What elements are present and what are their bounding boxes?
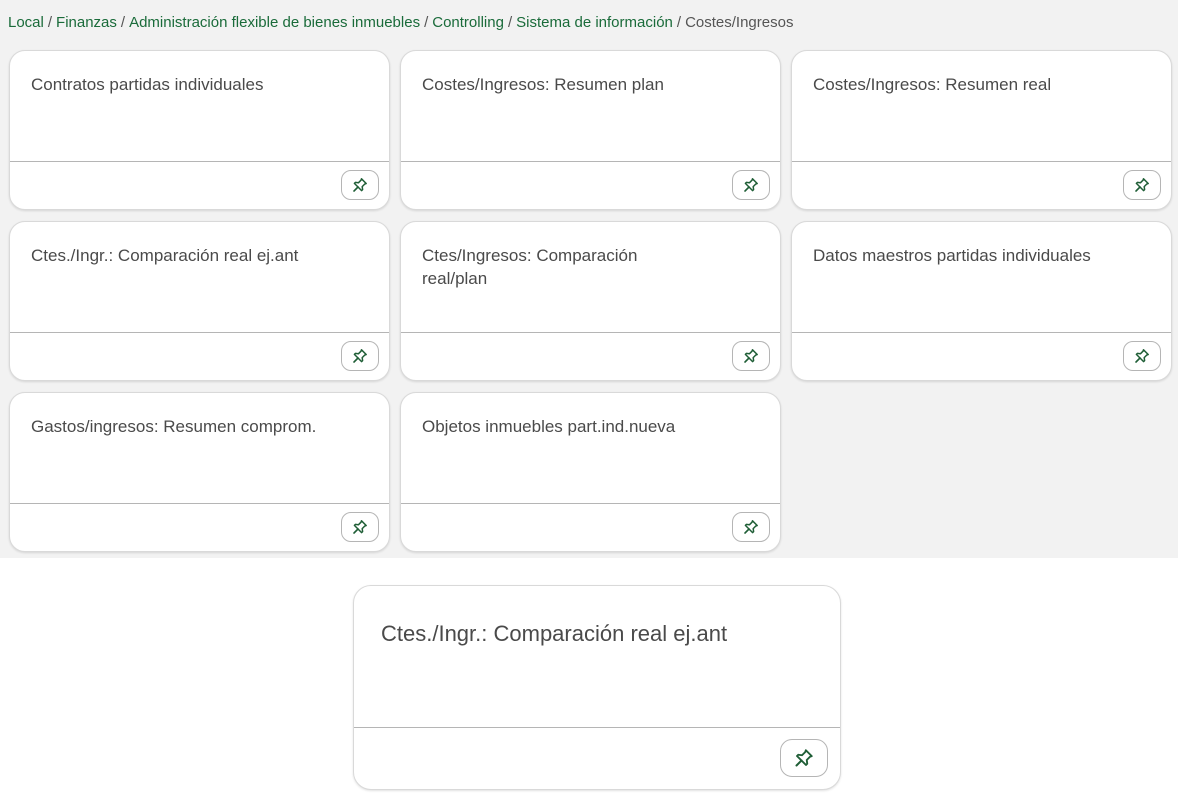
pin-icon — [353, 349, 367, 363]
tile-title: Contratos partidas individuales — [31, 75, 264, 94]
pin-icon — [795, 749, 813, 767]
tile-divider — [792, 161, 1171, 162]
app-tile[interactable]: Ctes/Ingresos: Comparación real/plan — [400, 221, 781, 381]
tile-divider — [401, 161, 780, 162]
app-tile[interactable]: Ctes./Ingr.: Comparación real ej.ant — [9, 221, 390, 381]
pin-button[interactable] — [732, 341, 770, 371]
pin-button[interactable] — [341, 512, 379, 542]
app-tile[interactable]: Datos maestros partidas individuales — [791, 221, 1172, 381]
tile-divider — [401, 332, 780, 333]
pin-icon — [1135, 349, 1149, 363]
pin-button[interactable] — [732, 512, 770, 542]
tile-title: Costes/Ingresos: Resumen real — [813, 75, 1052, 94]
tile-grid-panel: Local / Finanzas / Administración flexible d… — [0, 0, 1178, 558]
tile-title: Ctes./Ingr.: Comparación real ej.ant — [31, 246, 299, 265]
breadcrumb-current: Costes/Ingresos — [685, 14, 794, 31]
tile-title: Ctes/Ingresos: Comparación real/plan — [422, 246, 638, 288]
breadcrumb-item-controlling[interactable]: Controlling — [432, 14, 504, 31]
app-tile[interactable]: Costes/Ingresos: Resumen real — [791, 50, 1172, 210]
breadcrumb-item-local[interactable]: Local — [8, 14, 44, 31]
tile-divider — [792, 332, 1171, 333]
breadcrumb-item-sistema-informacion[interactable]: Sistema de información — [516, 14, 673, 31]
app-tile[interactable]: Costes/Ingresos: Resumen plan — [400, 50, 781, 210]
pin-button[interactable] — [780, 739, 828, 777]
breadcrumb-separator: / — [47, 14, 53, 31]
pin-icon — [744, 178, 758, 192]
pin-button[interactable] — [341, 341, 379, 371]
breadcrumb: Local / Finanzas / Administración flexible d… — [8, 14, 793, 31]
app-tile[interactable]: Gastos/ingresos: Resumen comprom. — [9, 392, 390, 552]
pin-icon — [744, 520, 758, 534]
tile-divider — [401, 503, 780, 504]
pin-icon — [744, 349, 758, 363]
pin-button[interactable] — [341, 170, 379, 200]
pin-button[interactable] — [1123, 341, 1161, 371]
tile-title: Datos maestros partidas individuales — [813, 246, 1091, 265]
tile-title: Ctes./Ingr.: Comparación real ej.ant — [381, 621, 728, 646]
tile-divider — [354, 727, 840, 728]
pin-button[interactable] — [1123, 170, 1161, 200]
breadcrumb-separator: / — [120, 14, 126, 31]
breadcrumb-separator: / — [507, 14, 513, 31]
tile-divider — [10, 332, 389, 333]
breadcrumb-item-finanzas[interactable]: Finanzas — [56, 14, 117, 31]
breadcrumb-separator: / — [676, 14, 682, 31]
pin-button[interactable] — [732, 170, 770, 200]
tile-title: Objetos inmuebles part.ind.nueva — [422, 417, 676, 436]
pin-icon — [353, 178, 367, 192]
app-tile[interactable]: Objetos inmuebles part.ind.nueva — [400, 392, 781, 552]
tile-title: Gastos/ingresos: Resumen comprom. — [31, 417, 317, 436]
breadcrumb-item-administracion[interactable]: Administración flexible de bienes inmueb… — [129, 14, 420, 31]
app-tile[interactable]: Contratos partidas individuales — [9, 50, 390, 210]
breadcrumb-separator: / — [424, 14, 429, 31]
tile-title: Costes/Ingresos: Resumen plan — [422, 75, 664, 94]
pin-icon — [1135, 178, 1149, 192]
tile-divider — [10, 503, 389, 504]
tile-divider — [10, 161, 389, 162]
pin-icon — [353, 520, 367, 534]
zoomed-app-tile[interactable]: Ctes./Ingr.: Comparación real ej.ant — [353, 585, 841, 790]
